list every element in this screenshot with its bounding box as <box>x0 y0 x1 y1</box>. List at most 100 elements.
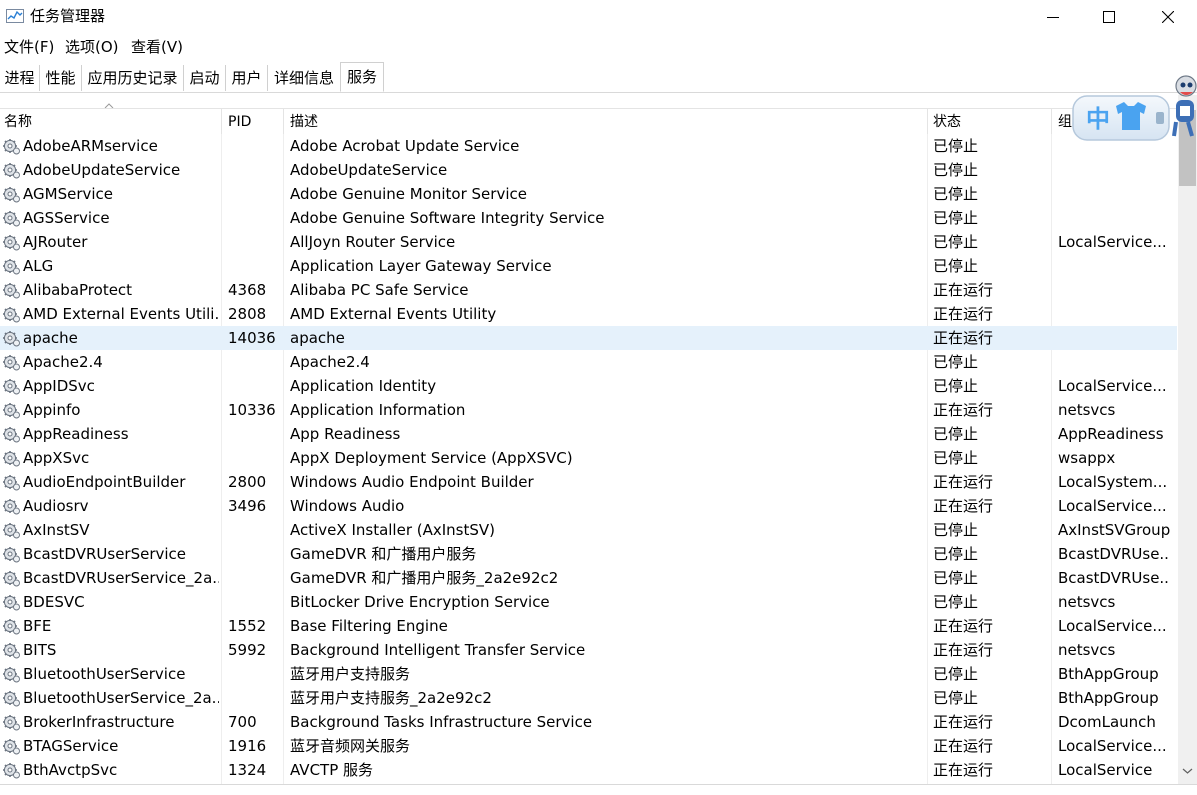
service-name: BluetoothUserService <box>23 665 186 683</box>
service-row[interactable]: apache 14036 apache 正在运行 <box>0 326 1177 350</box>
service-row[interactable]: BITS 5992 Background Intelligent Transfer … <box>0 638 1177 662</box>
service-row[interactable]: Appinfo 10336 Application Information 正在运行 n… <box>0 398 1177 422</box>
service-description: Background Tasks Infrastructure Service <box>290 713 593 731</box>
service-row[interactable]: BTAGService 1916 蓝牙音频网关服务 正在运行 LocalService.… <box>0 734 1177 758</box>
service-row[interactable]: BluetoothUserService 蓝牙用户支持服务 已停止 BthAppGro… <box>0 662 1177 686</box>
service-description: Apache2.4 <box>290 353 370 371</box>
service-pid <box>228 566 282 590</box>
column-status[interactable]: 状态 <box>929 109 1051 135</box>
service-group: DcomLaunch <box>1058 713 1156 731</box>
tab-users[interactable]: 用户 <box>226 65 268 91</box>
close-button[interactable] <box>1139 0 1197 33</box>
column-divider[interactable] <box>221 109 222 135</box>
tab-startup[interactable]: 启动 <box>184 65 226 91</box>
tab-performance[interactable]: 性能 <box>40 65 82 91</box>
column-pid[interactable]: PID <box>224 109 283 135</box>
service-name: AGMService <box>23 185 113 203</box>
service-group <box>1058 350 1170 374</box>
service-pid <box>228 374 282 398</box>
service-gear-icon <box>2 617 20 635</box>
service-row[interactable]: BcastDVRUserService_2a... GameDVR 和广播用户服务… <box>0 566 1177 590</box>
service-status: 已停止 <box>933 233 979 251</box>
menu-bar: 文件(F) 选项(O) 查看(V) <box>0 36 1197 58</box>
service-row[interactable]: AGSService Adobe Genuine Software Integri… <box>0 206 1177 230</box>
service-row[interactable]: AppIDSvc Application Identity 已停止 LocalServ… <box>0 374 1177 398</box>
column-name[interactable]: 名称 <box>0 109 221 135</box>
tab-app-history[interactable]: 应用历史记录 <box>82 65 184 91</box>
service-group: LocalSystem... <box>1058 473 1168 491</box>
title-bar[interactable]: 任务管理器 <box>0 0 1197 33</box>
service-description: BitLocker Drive Encryption Service <box>290 593 550 611</box>
minimize-button[interactable] <box>1024 0 1082 33</box>
service-gear-icon <box>2 233 20 251</box>
service-group: AxInstSVGroup <box>1058 521 1170 539</box>
service-name: AMD External Events Utili... <box>23 305 219 323</box>
service-row[interactable]: BDESVC BitLocker Drive Encryption Service… <box>0 590 1177 614</box>
service-status: 正在运行 <box>933 329 994 347</box>
service-row[interactable]: AJRouter AllJoyn Router Service 已停止 LocalSe… <box>0 230 1177 254</box>
ime-toolbar[interactable]: 中 <box>1072 92 1172 144</box>
service-name: Audiosrv <box>23 497 89 515</box>
service-row[interactable]: BcastDVRUserService GameDVR 和广播用户服务 已停止 Bca… <box>0 542 1177 566</box>
service-row[interactable]: Apache2.4 Apache2.4 已停止 <box>0 350 1177 374</box>
service-description: Alibaba PC Safe Service <box>290 281 469 299</box>
status-bar-edge <box>0 784 1197 795</box>
service-description: Application Layer Gateway Service <box>290 257 552 275</box>
service-row[interactable]: AlibabaProtect 4368 Alibaba PC Safe Servic… <box>0 278 1177 302</box>
service-row[interactable]: AudioEndpointBuilder 2800 Windows Audio En… <box>0 470 1177 494</box>
service-row[interactable]: AdobeUpdateService AdobeUpdateService 已停止 <box>0 158 1177 182</box>
service-name: BrokerInfrastructure <box>23 713 175 731</box>
service-row[interactable]: AppXSvc AppX Deployment Service (AppXSVC)… <box>0 446 1177 470</box>
service-row[interactable]: AGMService Adobe Genuine Monitor Service 已… <box>0 182 1177 206</box>
tab-services[interactable]: 服务 <box>340 62 384 92</box>
column-divider[interactable] <box>1051 109 1052 135</box>
service-pid <box>228 230 282 254</box>
service-status: 已停止 <box>933 689 979 707</box>
service-row[interactable]: AppReadiness App Readiness 已停止 AppReadiness <box>0 422 1177 446</box>
service-pid <box>228 446 282 470</box>
service-group: LocalService <box>1058 761 1153 779</box>
service-group: BcastDVRUse... <box>1058 545 1170 563</box>
service-row[interactable]: ALG Application Layer Gateway Service 已停止 <box>0 254 1177 278</box>
service-gear-icon <box>2 377 20 395</box>
service-row[interactable]: AxInstSV ActiveX Installer (AxInstSV) 已停止 A… <box>0 518 1177 542</box>
scroll-down-icon[interactable] <box>1182 767 1193 775</box>
service-row[interactable]: AdobeARMservice Adobe Acrobat Update Serv… <box>0 134 1177 158</box>
service-description: Base Filtering Engine <box>290 617 448 635</box>
service-name: AlibabaProtect <box>23 281 133 299</box>
service-row[interactable]: BrokerInfrastructure 700 Background Tasks … <box>0 710 1177 734</box>
service-row[interactable]: Audiosrv 3496 Windows Audio 正在运行 LocalServic… <box>0 494 1177 518</box>
service-status: 正在运行 <box>933 305 994 323</box>
column-divider[interactable] <box>283 109 284 135</box>
menu-options[interactable]: 选项(O) <box>65 37 119 57</box>
tab-processes[interactable]: 进程 <box>0 65 40 91</box>
service-row[interactable]: AMD External Events Utili... 2808 AMD Exte… <box>0 302 1177 326</box>
service-pid <box>228 134 282 158</box>
service-pid <box>228 158 282 182</box>
service-gear-icon <box>2 689 20 707</box>
service-status: 正在运行 <box>933 761 994 779</box>
vertical-scrollbar[interactable] <box>1178 95 1197 784</box>
menu-file[interactable]: 文件(F) <box>4 37 54 57</box>
service-status: 已停止 <box>933 209 979 227</box>
service-row[interactable]: BthAvctpSvc 1324 AVCTP 服务 正在运行 LocalService <box>0 758 1177 782</box>
column-description[interactable]: 描述 <box>286 109 927 135</box>
column-group[interactable]: 组 <box>1054 109 1074 135</box>
service-name: apache <box>23 329 78 347</box>
column-divider[interactable] <box>927 109 928 135</box>
service-status: 正在运行 <box>933 737 994 755</box>
service-description: 蓝牙用户支持服务 <box>290 665 411 683</box>
service-status: 已停止 <box>933 137 979 155</box>
tab-details[interactable]: 详细信息 <box>268 65 340 91</box>
maximize-button[interactable] <box>1080 0 1138 33</box>
service-pid: 700 <box>228 713 257 731</box>
service-row[interactable]: BFE 1552 Base Filtering Engine 正在运行 LocalSer… <box>0 614 1177 638</box>
service-pid <box>228 542 282 566</box>
service-gear-icon <box>2 737 20 755</box>
service-pid <box>228 254 282 278</box>
service-group: netsvcs <box>1058 401 1116 419</box>
menu-view[interactable]: 查看(V) <box>131 37 183 57</box>
service-row[interactable]: BluetoothUserService_2a... 蓝牙用户支持服务_2a2e9… <box>0 686 1177 710</box>
minimize-icon <box>1047 16 1059 18</box>
service-name: BITS <box>23 641 57 659</box>
